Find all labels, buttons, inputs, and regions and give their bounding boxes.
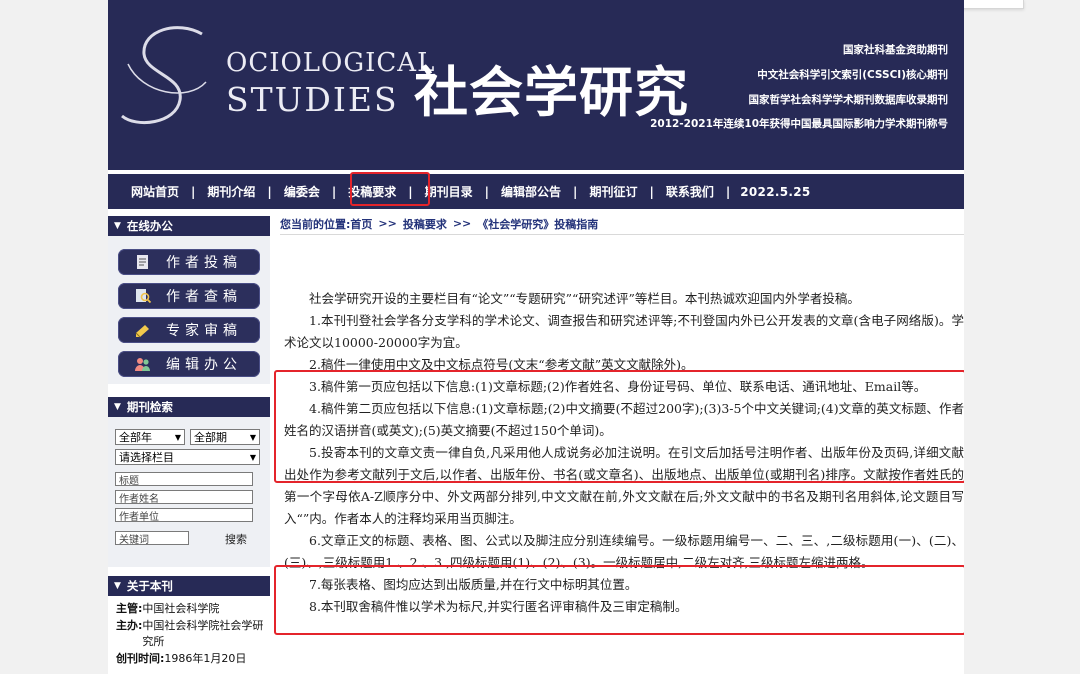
breadcrumb-separator: >>	[378, 217, 397, 230]
nav-home[interactable]: 网站首页	[108, 183, 191, 200]
document-icon	[132, 253, 154, 271]
about-label: 创刊时间:	[116, 651, 165, 665]
search-button[interactable]: 搜索	[225, 531, 247, 547]
main-nav: 网站首页 | 期刊介绍 | 编委会 | 投稿要求 | 期刊目录 | 编辑部公告 …	[108, 174, 964, 209]
highlight-box-items-2-4	[274, 370, 964, 483]
about-value: 1986年1月20日	[164, 651, 247, 665]
highlight-box-nav	[350, 172, 430, 206]
banner: OCIOLOGICAL STUDIES 社会学研究 国家社科基金资助期刊 中文社…	[108, 0, 964, 170]
highlight-box-item-6	[274, 565, 964, 635]
breadcrumb-prefix: 您当前的位置:	[280, 217, 351, 231]
author-unit-input[interactable]: 作者单位	[115, 508, 253, 523]
issue-select-value: 全部期	[194, 431, 227, 444]
column-select-value: 请选择栏目	[119, 451, 174, 464]
article-paragraph: 1.本刊刊登社会学各分支学科的学术论文、调查报告和研究述评等;不刊登国内外已公开…	[284, 313, 964, 350]
chevron-down-icon: ▼	[249, 452, 256, 462]
breadcrumb-section[interactable]: 投稿要求	[403, 216, 447, 232]
banner-credentials: 国家社科基金资助期刊 中文社会科学引文索引(CSSCI)核心期刊 国家哲学社会科…	[650, 38, 948, 137]
nav-about[interactable]: 期刊介绍	[195, 183, 267, 200]
about-row: 创刊时间:1986年1月20日	[116, 651, 268, 668]
about-label: 主办:	[116, 618, 143, 632]
breadcrumb-home[interactable]: 首页	[350, 216, 372, 232]
logo-english-line1: OCIOLOGICAL	[226, 48, 436, 78]
about-row: 主管:中国社会科学院	[116, 601, 268, 618]
author-name-input[interactable]: 作者姓名	[115, 490, 253, 505]
arrow-icon: ▼	[114, 402, 121, 412]
logo-chinese: 社会学研究	[414, 60, 689, 124]
magnifier-icon	[132, 287, 154, 305]
logo-s-icon	[121, 26, 207, 124]
banner-line: 国家社科基金资助期刊	[843, 44, 948, 56]
chevron-down-icon: ▼	[249, 432, 256, 442]
editor-office-button[interactable]: 编辑办公	[118, 351, 260, 377]
year-select[interactable]: 全部年 ▼	[115, 429, 185, 445]
chevron-down-icon: ▼	[174, 432, 181, 442]
page: OCIOLOGICAL STUDIES 社会学研究 国家社科基金资助期刊 中文社…	[108, 0, 964, 674]
breadcrumb-separator: >>	[452, 217, 472, 230]
banner-line: 2012-2021年连续10年获得中国最具国际影响力学术期刊称号	[650, 118, 948, 131]
author-submit-button[interactable]: 作者投稿	[118, 249, 260, 275]
arrow-icon: ▼	[114, 581, 121, 591]
about-row: 主办: 中国社会科学院社会学研究所	[116, 618, 268, 651]
expert-review-label: 专家审稿	[166, 323, 242, 339]
nav-editorial-board[interactable]: 编委会	[272, 183, 332, 200]
about-value: 中国社会科学院社会学研究所	[142, 618, 264, 649]
breadcrumb-current: 《社会学研究》投稿指南	[477, 217, 599, 231]
title-input[interactable]: 标题	[115, 472, 253, 487]
about-label: 主管:	[116, 602, 143, 615]
year-select-value: 全部年	[119, 431, 152, 444]
about-info: 主管:中国社会科学院 主办: 中国社会科学院社会学研究所 创刊时间:1986年1月…	[116, 601, 268, 667]
author-submit-label: 作者投稿	[166, 255, 242, 271]
online-office-panel: 作者投稿 作者查稿 专家审稿 编辑办公	[108, 236, 270, 384]
banner-line: 国家哲学社会科学学术期刊数据库收录期刊	[748, 93, 949, 106]
arrow-icon: ▼	[114, 221, 121, 231]
online-office-title: 在线办公	[126, 219, 173, 233]
author-query-label: 作者查稿	[166, 289, 242, 305]
article-paragraph: 社会学研究开设的主要栏目有“论文”“专题研究”“研究述评”等栏目。本刊热诚欢迎国…	[309, 291, 860, 306]
expert-review-button[interactable]: 专家审稿	[118, 317, 260, 343]
pencil-icon	[132, 321, 154, 339]
nav-date: 2022.5.25	[740, 184, 811, 199]
banner-line: 中文社会科学引文索引(CSSCI)核心期刊	[757, 68, 948, 81]
about-header: ▼ 关于本刊	[108, 576, 270, 596]
author-query-button[interactable]: 作者查稿	[118, 283, 260, 309]
nav-subscribe[interactable]: 期刊征订	[577, 183, 649, 200]
search-header: ▼ 期刊检索	[108, 397, 270, 417]
about-title: 关于本刊	[126, 579, 173, 593]
people-icon	[132, 355, 154, 373]
about-value: 中国社会科学院	[142, 602, 220, 615]
online-office-header: ▼ 在线办公	[108, 216, 270, 236]
issue-select[interactable]: 全部期 ▼	[190, 429, 260, 445]
nav-contact[interactable]: 联系我们	[654, 183, 726, 200]
logo-english-line2: STUDIES	[226, 80, 399, 119]
breadcrumb: 您当前的位置: 首页 >> 投稿要求 >> 《社会学研究》投稿指南	[280, 213, 964, 235]
editor-office-label: 编辑办公	[166, 357, 242, 373]
keyword-input[interactable]: 关键词	[115, 531, 189, 546]
nav-announcements[interactable]: 编辑部公告	[489, 183, 573, 200]
search-title: 期刊检索	[126, 400, 173, 414]
column-select[interactable]: 请选择栏目 ▼	[115, 449, 260, 465]
